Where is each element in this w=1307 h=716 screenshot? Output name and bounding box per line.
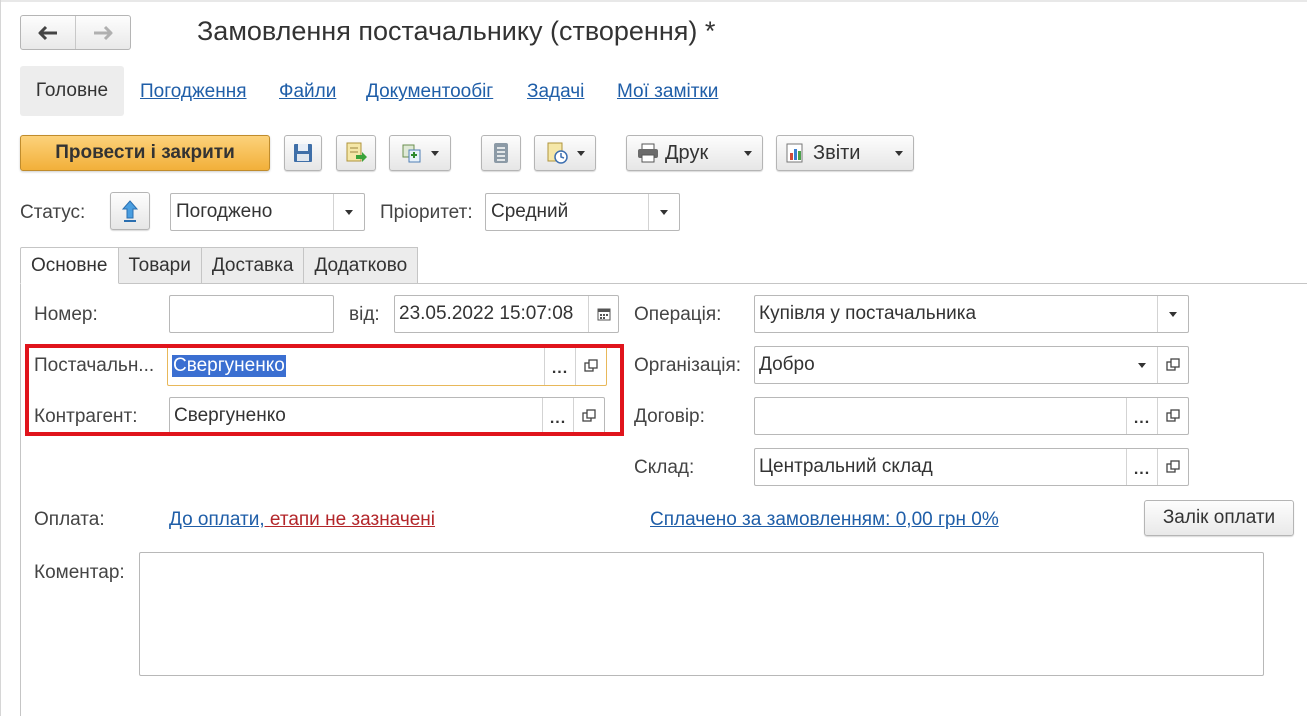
organization-select[interactable]: Добро: [754, 346, 1189, 384]
highlight-annotation-box: [25, 344, 624, 436]
post-and-close-button[interactable]: Провести і закрити: [20, 135, 270, 171]
arrow-left-icon: [38, 25, 57, 40]
create-based-on-button[interactable]: [389, 135, 451, 171]
chevron-down-icon: [744, 150, 752, 156]
calendar-icon: [597, 308, 610, 321]
arrow-up-icon: [121, 200, 139, 222]
chevron-down-icon: [345, 209, 353, 215]
section-link-approval[interactable]: Погодження: [140, 81, 247, 103]
warehouse-input[interactable]: Центральний склад ...: [754, 448, 1189, 486]
arrow-right-icon: [94, 25, 113, 40]
open-external-icon: [1166, 358, 1180, 371]
priority-label: Пріоритет:: [380, 202, 473, 223]
nav-buttons: [20, 15, 131, 50]
chevron-down-icon: [1169, 311, 1177, 317]
section-link-docflow[interactable]: Документообіг: [366, 81, 493, 103]
back-button[interactable]: [21, 16, 75, 49]
payment-offset-button[interactable]: Залік оплати: [1144, 500, 1294, 536]
window-title: Замовлення постачальнику (створення) *: [197, 16, 716, 46]
section-link-notes[interactable]: Мої замітки: [617, 81, 718, 103]
comment-textarea[interactable]: [139, 552, 1264, 676]
date-value: 23.05.2022 15:07:08: [399, 303, 574, 324]
window-top-border: [0, 0, 1307, 2]
warehouse-open-button[interactable]: [1157, 449, 1188, 485]
ellipsis-icon: ...: [1133, 410, 1151, 427]
number-label: Номер:: [34, 304, 98, 325]
priority-value: Средний: [491, 201, 569, 222]
contract-open-button[interactable]: [1157, 398, 1188, 434]
reports-button[interactable]: Звіти: [776, 135, 914, 171]
number-value: [170, 296, 333, 332]
calendar-button[interactable]: [588, 296, 618, 332]
print-button-label: Друк: [665, 141, 709, 164]
document-structure-button[interactable]: [481, 135, 521, 171]
save-button[interactable]: [284, 135, 322, 171]
report-chart-icon: [786, 143, 803, 163]
date-from-label: від:: [349, 304, 380, 325]
date-input[interactable]: 23.05.2022 15:07:08: [394, 295, 619, 333]
chevron-down-icon: [431, 150, 439, 156]
status-value: Погоджено: [176, 201, 273, 222]
warehouse-label: Склад:: [634, 457, 695, 478]
document-list-icon: [494, 143, 508, 163]
payment-link-part2: етапи не зазначені: [264, 509, 436, 530]
window-left-border: [0, 0, 1, 716]
open-external-icon: [1166, 460, 1180, 473]
forward-button[interactable]: [75, 16, 130, 49]
chevron-down-icon: [660, 209, 668, 215]
post-button[interactable]: [336, 135, 376, 171]
operation-label: Операція:: [634, 304, 722, 325]
tab-delivery[interactable]: Доставка: [201, 247, 305, 284]
status-label: Статус:: [20, 202, 86, 223]
contract-label: Договір:: [634, 406, 705, 427]
printer-icon: [638, 143, 658, 163]
floppy-disk-icon: [294, 144, 312, 162]
chevron-down-icon: [577, 150, 585, 156]
comment-label: Коментар:: [34, 562, 125, 583]
organization-open-button[interactable]: [1157, 347, 1188, 383]
ellipsis-icon: ...: [1133, 461, 1151, 478]
post-document-icon: [346, 142, 367, 162]
tab-divider: [123, 283, 1307, 284]
paid-by-order-link[interactable]: Сплачено за замовленням: 0,00 грн 0%: [650, 509, 999, 531]
attachments-button[interactable]: [534, 135, 596, 171]
organization-label: Організація:: [634, 355, 742, 376]
chevron-down-icon: [1137, 362, 1146, 368]
tab-goods[interactable]: Товари: [118, 247, 202, 284]
warehouse-select-button[interactable]: ...: [1126, 449, 1157, 485]
priority-select[interactable]: Средний: [485, 193, 680, 231]
change-status-button[interactable]: [110, 192, 150, 230]
operation-select[interactable]: Купівля у постачальника: [754, 295, 1189, 333]
tab-additional[interactable]: Додатково: [304, 247, 419, 284]
contract-value: [755, 398, 1126, 434]
payment-schedule-link[interactable]: До оплати, етапи не зазначені: [169, 509, 435, 531]
create-based-on-icon: [402, 144, 421, 163]
section-main[interactable]: Головне: [20, 66, 124, 116]
payment-label: Оплата:: [34, 509, 105, 530]
reports-button-label: Звіти: [813, 141, 861, 164]
number-input[interactable]: [169, 295, 334, 333]
panel-border: [20, 284, 21, 716]
warehouse-value: Центральний склад: [759, 456, 933, 477]
contract-input[interactable]: ...: [754, 397, 1189, 435]
operation-value: Купівля у постачальника: [759, 303, 977, 324]
tab-main[interactable]: Основне: [20, 247, 119, 284]
chevron-down-icon: [895, 150, 903, 156]
form-tabs: Основне Товари Доставка Додатково: [20, 247, 419, 284]
open-external-icon: [1166, 409, 1180, 422]
print-button[interactable]: Друк: [626, 135, 763, 171]
organization-value: Добро: [759, 354, 815, 375]
section-link-files[interactable]: Файли: [279, 81, 336, 103]
document-clock-icon: [547, 142, 568, 164]
status-select[interactable]: Погоджено: [170, 193, 365, 231]
payment-link-part1: До оплати,: [169, 509, 265, 530]
section-link-tasks[interactable]: Задачі: [527, 81, 584, 103]
contract-select-button[interactable]: ...: [1126, 398, 1157, 434]
